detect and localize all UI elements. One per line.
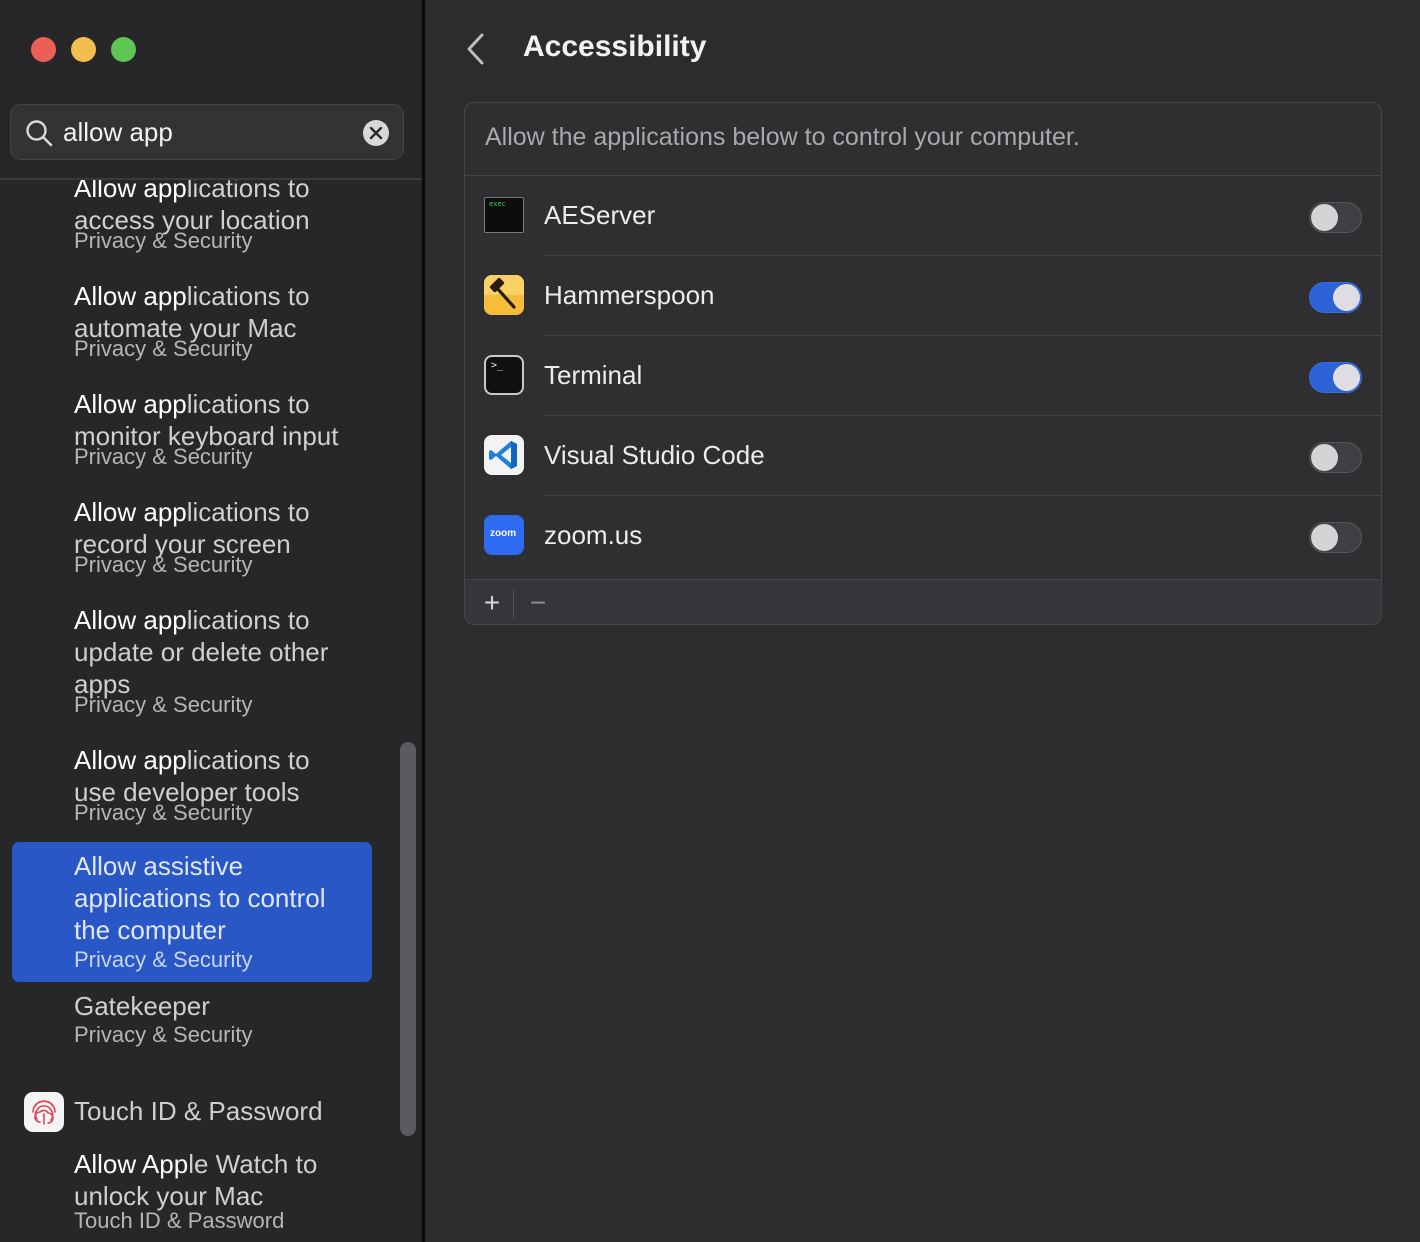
search-result-automate[interactable]: Allow applications to automate your Mac P…: [12, 280, 372, 372]
search-result-location[interactable]: Allow applications to access your locatio…: [12, 180, 372, 264]
footer-divider: [513, 590, 514, 618]
close-window-button[interactable]: [31, 37, 56, 62]
toggle-vscode[interactable]: [1309, 442, 1362, 473]
app-row-zoom: zoom zoom.us: [465, 496, 1381, 576]
exec-icon: exec: [484, 197, 524, 233]
search-result-update-apps[interactable]: Allow applications to update or delete ot…: [12, 604, 372, 728]
result-category: Privacy & Security: [74, 1022, 253, 1047]
search-result-keyboard[interactable]: Allow applications to monitor keyboard in…: [12, 388, 372, 480]
search-results: Allow applications to access your locatio…: [0, 180, 422, 1242]
terminal-icon: >_: [484, 355, 524, 395]
hammer-icon: [484, 275, 524, 315]
toggle-knob: [1311, 524, 1338, 551]
search-input[interactable]: [63, 113, 353, 151]
app-name: Terminal: [544, 360, 643, 390]
toggle-zoom[interactable]: [1309, 522, 1362, 553]
toggle-aeserver[interactable]: [1309, 202, 1362, 233]
toggle-knob: [1333, 364, 1360, 391]
result-category: Privacy & Security: [74, 228, 253, 253]
toggle-knob: [1311, 204, 1338, 231]
search-result-apple-watch[interactable]: Allow Apple Watch to unlock your Mac Touc…: [12, 1148, 372, 1240]
add-app-button[interactable]: +: [477, 588, 507, 618]
app-row-terminal: >_ Terminal: [465, 336, 1381, 416]
section-touch-id[interactable]: Touch ID & Password: [24, 1092, 384, 1132]
search-field[interactable]: [10, 104, 404, 160]
toggle-knob: [1333, 284, 1360, 311]
chevron-left-icon: [467, 33, 484, 65]
app-name: AEServer: [544, 200, 656, 230]
result-category: Privacy & Security: [74, 800, 253, 825]
app-name: Visual Studio Code: [544, 440, 765, 470]
section-label: Touch ID & Password: [74, 1096, 323, 1126]
panel-description: Allow the applications below to control …: [485, 123, 1080, 151]
app-row-vscode: Visual Studio Code: [465, 416, 1381, 496]
result-category: Privacy & Security: [74, 947, 253, 972]
result-category: Privacy & Security: [74, 692, 253, 717]
zoom-icon: zoom: [484, 515, 524, 555]
search-result-assistive-control[interactable]: Allow assistive applications to control th…: [12, 842, 372, 982]
remove-app-button[interactable]: −: [523, 588, 553, 618]
zoom-window-button[interactable]: [111, 37, 136, 62]
search-icon: [26, 120, 53, 147]
app-row-hammerspoon: Hammerspoon: [465, 256, 1381, 336]
vscode-icon: [484, 435, 524, 475]
search-result-developer-tools[interactable]: Allow applications to use developer tools…: [12, 744, 372, 836]
panel-footer: + −: [465, 579, 1381, 624]
minimize-window-button[interactable]: [71, 37, 96, 62]
app-name: Hammerspoon: [544, 280, 715, 310]
accessibility-apps-panel: Allow the applications below to control …: [464, 102, 1382, 625]
sidebar-scrollbar[interactable]: [400, 742, 416, 1136]
main-content: Accessibility Allow the applications bel…: [425, 0, 1420, 1242]
system-settings-window: Allow applications toaccess your locatio…: [0, 0, 1420, 1242]
result-category: Privacy & Security: [74, 336, 253, 361]
result-category: Privacy & Security: [74, 444, 253, 469]
clear-search-icon[interactable]: [363, 120, 389, 146]
search-result-gatekeeper[interactable]: Gatekeeper Privacy & Security: [12, 990, 372, 1054]
back-button[interactable]: [463, 30, 491, 68]
toggle-knob: [1311, 444, 1338, 471]
fingerprint-icon: [24, 1092, 64, 1132]
sidebar: Allow applications toaccess your locatio…: [0, 0, 422, 1242]
search-result-screen[interactable]: Allow applications to record your screen …: [12, 496, 372, 588]
app-row-aeserver: exec AEServer: [465, 176, 1381, 256]
page-title: Accessibility: [523, 30, 707, 63]
toggle-terminal[interactable]: [1309, 362, 1362, 393]
app-name: zoom.us: [544, 520, 643, 550]
result-category: Privacy & Security: [74, 552, 253, 577]
result-category: Touch ID & Password: [74, 1208, 285, 1233]
toggle-hammerspoon[interactable]: [1309, 282, 1362, 313]
